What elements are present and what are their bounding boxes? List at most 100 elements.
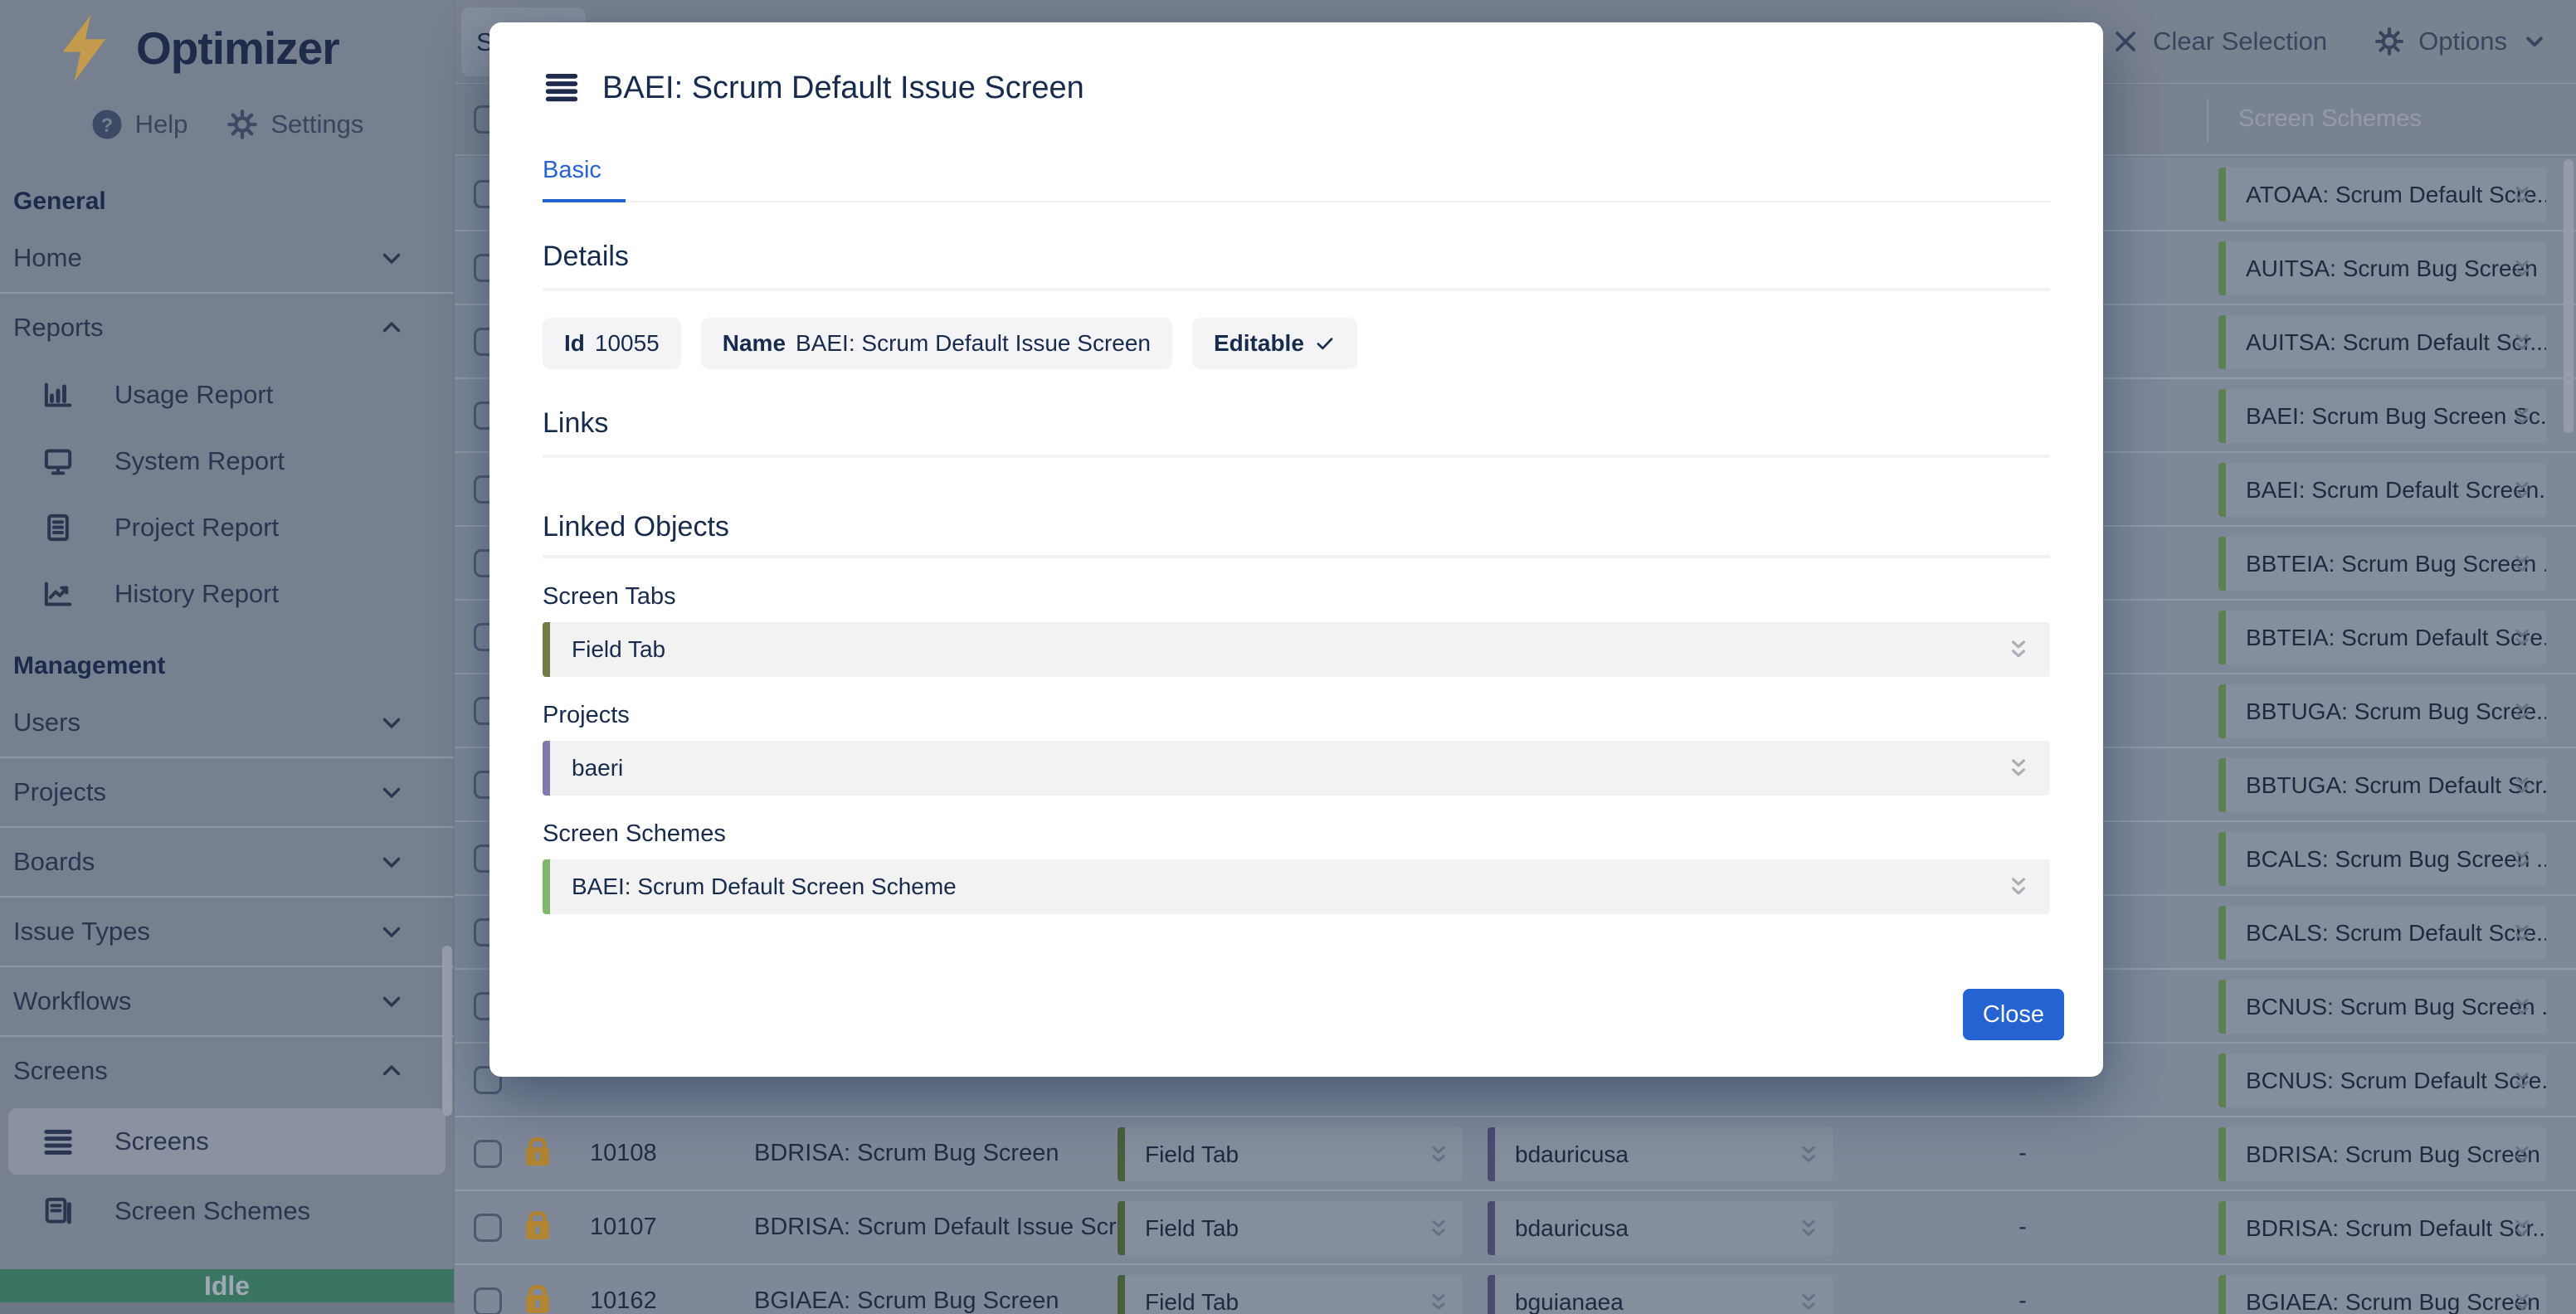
lock-icon bbox=[526, 1295, 549, 1313]
close-x-icon bbox=[2111, 27, 2140, 56]
settings-label: Settings bbox=[270, 110, 363, 139]
linked-object-value: baeri bbox=[572, 755, 623, 781]
status-bar: Idle bbox=[0, 1269, 454, 1302]
modal-title: BAEI: Scrum Default Issue Screen bbox=[602, 71, 1084, 106]
sidebar: Optimizer ? Help Settings GeneralHomeRep… bbox=[0, 0, 455, 1314]
row-scheme-dropdown[interactable]: BCALS: Scrum Default Scre... bbox=[2218, 906, 2546, 960]
table-row: 10108BDRISA: Scrum Bug ScreenField Tabbd… bbox=[455, 1117, 2576, 1191]
divider bbox=[543, 555, 2050, 558]
row-scheme-dropdown[interactable]: BDRISA: Scrum Bug Screen ... bbox=[2218, 1127, 2546, 1181]
sidebar-item-workflows[interactable]: Workflows bbox=[0, 967, 454, 1035]
sidebar-subitem-screen-schemes[interactable]: Screen Schemes bbox=[0, 1178, 454, 1244]
sidebar-item-projects[interactable]: Projects bbox=[0, 758, 454, 826]
linked-object-value: Field Tab bbox=[572, 636, 665, 663]
row-scheme-dropdown[interactable]: BBTEIA: Scrum Default Scre... bbox=[2218, 611, 2546, 664]
modal-header: BAEI: Scrum Default Issue Screen bbox=[543, 69, 2050, 107]
details-heading: Details bbox=[543, 241, 2050, 273]
screen-details-modal: BAEI: Scrum Default Issue Screen Basic D… bbox=[489, 22, 2103, 1077]
linked-object-label: Projects bbox=[543, 702, 2050, 729]
row-project-dropdown[interactable]: bdauricusa bbox=[1488, 1201, 1833, 1255]
chevron-down-icon bbox=[2520, 27, 2549, 56]
row-scheme-dropdown[interactable]: AUITSA: Scrum Bug Screen ... bbox=[2218, 241, 2546, 295]
sidebar-item-users[interactable]: Users bbox=[0, 689, 454, 757]
detail-pill-label: Id bbox=[564, 330, 585, 357]
sidebar-item-home[interactable]: Home bbox=[0, 224, 454, 292]
question-circle-icon: ? bbox=[90, 108, 124, 141]
sidebar-scrollbar[interactable] bbox=[442, 946, 452, 1116]
monitor-icon bbox=[41, 445, 75, 478]
sidebar-item-boards[interactable]: Boards bbox=[0, 828, 454, 896]
double-chevron-icon bbox=[2510, 773, 2535, 798]
row-checkbox[interactable] bbox=[474, 1214, 502, 1242]
checkmark-icon bbox=[1314, 333, 1336, 354]
sidebar-subitem-history-report[interactable]: History Report bbox=[0, 561, 454, 627]
row-checkbox[interactable] bbox=[474, 1140, 502, 1168]
double-chevron-icon bbox=[2510, 1068, 2535, 1093]
linked-object-dropdown-screen-schemes[interactable]: BAEI: Scrum Default Screen Scheme bbox=[543, 859, 2050, 914]
double-chevron-icon bbox=[2510, 1142, 2535, 1167]
row-screen-tab-dropdown[interactable]: Field Tab bbox=[1118, 1275, 1463, 1314]
help-button[interactable]: ? Help bbox=[90, 108, 188, 141]
sidebar-subitem-project-report[interactable]: Project Report bbox=[0, 494, 454, 561]
sidebar-subitem-screens[interactable]: Screens bbox=[8, 1108, 446, 1175]
row-screen-tab-dropdown[interactable]: Field Tab bbox=[1118, 1201, 1463, 1255]
sidebar-subitem-label: System Report bbox=[114, 446, 285, 476]
divider bbox=[543, 288, 2050, 291]
sidebar-subitem-system-report[interactable]: System Report bbox=[0, 428, 454, 494]
double-chevron-icon bbox=[2005, 755, 2032, 781]
linked-objects-list: Screen TabsField TabProjectsbaeriScreen … bbox=[543, 583, 2050, 914]
sidebar-utility-row: ? Help Settings bbox=[0, 86, 454, 163]
sidebar-item-issue-types[interactable]: Issue Types bbox=[0, 898, 454, 966]
bar-chart-icon bbox=[41, 378, 75, 411]
sidebar-item-reports[interactable]: Reports bbox=[0, 294, 454, 362]
sidebar-item-label: Home bbox=[13, 243, 377, 273]
row-scheme-dropdown[interactable]: BCNUS: Scrum Bug Screen ... bbox=[2218, 980, 2546, 1034]
row-scheme-dropdown[interactable]: BBTUGA: Scrum Default Scr... bbox=[2218, 758, 2546, 812]
double-chevron-icon bbox=[2510, 552, 2535, 577]
row-project-dropdown[interactable]: bdauricusa bbox=[1488, 1127, 1833, 1181]
row-scheme-dropdown[interactable]: BDRISA: Scrum Default Scr... bbox=[2218, 1201, 2546, 1255]
detail-pill-name: NameBAEI: Scrum Default Issue Screen bbox=[701, 318, 1172, 369]
chevron-down-icon bbox=[377, 848, 406, 876]
sidebar-item-screens[interactable]: Screens bbox=[0, 1037, 454, 1105]
row-scheme-dropdown[interactable]: BBTEIA: Scrum Bug Screen ... bbox=[2218, 537, 2546, 591]
double-chevron-icon bbox=[2510, 995, 2535, 1020]
row-scheme-dropdown[interactable]: ATOAA: Scrum Default Scre... bbox=[2218, 168, 2546, 221]
row-scheme-dropdown[interactable]: BBTUGA: Scrum Bug Scree... bbox=[2218, 684, 2546, 738]
row-screen-tab-dropdown[interactable]: Field Tab bbox=[1118, 1127, 1463, 1181]
row-id-cell: 10107 bbox=[590, 1191, 657, 1263]
linked-object-dropdown-screen-tabs[interactable]: Field Tab bbox=[543, 622, 2050, 677]
close-button[interactable]: Close bbox=[1963, 989, 2064, 1040]
double-chevron-icon bbox=[1796, 1142, 1821, 1167]
lock-icon bbox=[526, 1221, 549, 1239]
row-scheme-dropdown[interactable]: AUITSA: Scrum Default Scr... bbox=[2218, 315, 2546, 369]
chevron-down-icon bbox=[377, 987, 406, 1015]
options-button[interactable]: Options bbox=[2374, 26, 2549, 57]
tab-basic[interactable]: Basic bbox=[543, 157, 626, 202]
screen-menu-icon bbox=[543, 69, 581, 107]
settings-button[interactable]: Settings bbox=[226, 108, 363, 141]
sidebar-subitem-label: Screen Schemes bbox=[114, 1196, 310, 1226]
double-chevron-icon bbox=[1426, 1290, 1451, 1314]
double-chevron-icon bbox=[2510, 330, 2535, 355]
table-scrollbar[interactable] bbox=[2564, 159, 2574, 433]
row-scheme-dropdown[interactable]: BAEI: Scrum Bug Screen Sc... bbox=[2218, 389, 2546, 443]
row-checkbox[interactable] bbox=[474, 1287, 502, 1314]
sidebar-subitem-usage-report[interactable]: Usage Report bbox=[0, 362, 454, 428]
detail-pill-value: 10055 bbox=[595, 330, 660, 357]
lock-icon bbox=[526, 1147, 549, 1166]
row-scheme-dropdown[interactable]: BGIAEA: Scrum Bug Screen ... bbox=[2218, 1275, 2546, 1314]
linked-object-dropdown-projects[interactable]: baeri bbox=[543, 741, 2050, 796]
nav-section-label: Management bbox=[13, 652, 454, 680]
clear-selection-button[interactable]: Clear Selection bbox=[2111, 27, 2327, 56]
app-title: Optimizer bbox=[136, 22, 339, 75]
row-scheme-dropdown[interactable]: BCNUS: Scrum Default Scre... bbox=[2218, 1054, 2546, 1107]
row-project-dropdown[interactable]: bguianaea bbox=[1488, 1275, 1833, 1314]
toolbar-right-group: Clear Selection Options bbox=[2111, 0, 2549, 83]
row-scheme-dropdown[interactable]: BCALS: Scrum Bug Screen ... bbox=[2218, 832, 2546, 886]
sidebar-item-label: Boards bbox=[13, 847, 377, 877]
detail-pill-id: Id 10055 bbox=[543, 318, 681, 369]
row-scheme-dropdown[interactable]: BAEI: Scrum Default Screen... bbox=[2218, 463, 2546, 517]
sidebar-item-label: Workflows bbox=[13, 986, 377, 1016]
double-chevron-icon bbox=[1426, 1142, 1451, 1167]
